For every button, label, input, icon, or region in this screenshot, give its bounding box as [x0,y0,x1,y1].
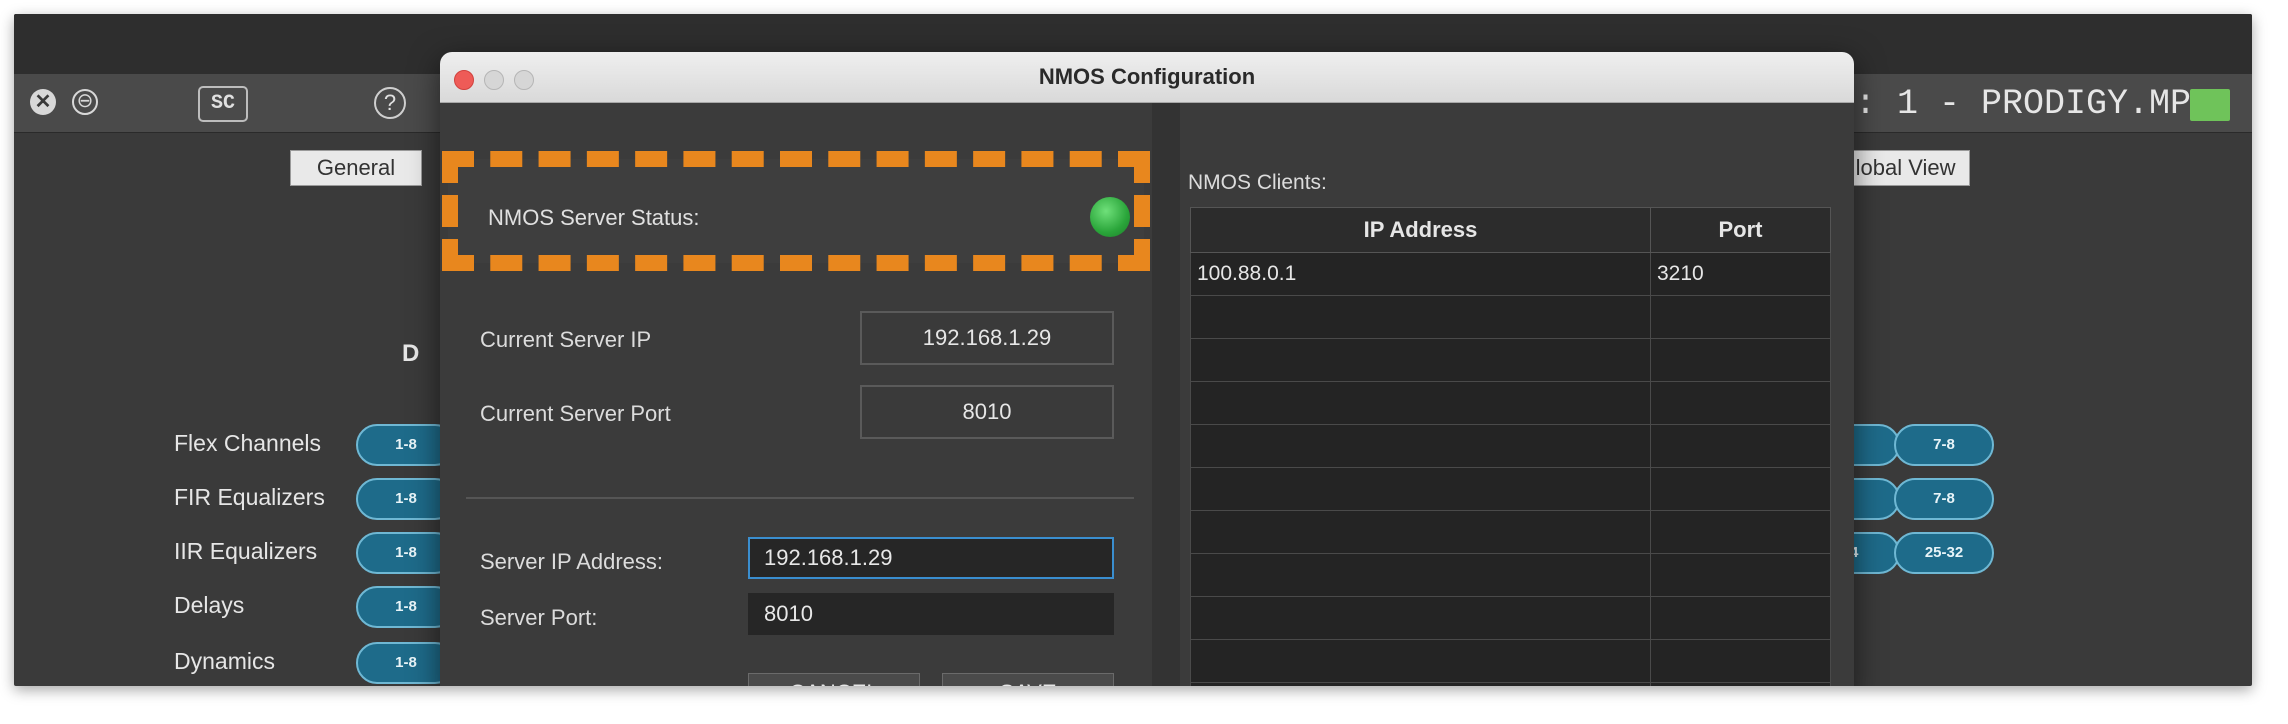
client-port-cell [1650,553,1831,597]
table-row[interactable] [1190,424,1831,468]
row-label-delays: Delays [174,592,245,618]
network-status-icon [2190,89,2230,121]
client-ip-cell [1190,596,1651,640]
client-ip-cell [1190,381,1651,425]
current-server-ip-label: Current Server IP [480,327,652,352]
dialog-titlebar: NMOS Configuration [440,52,1854,103]
client-port-cell [1650,510,1831,554]
fir-equalizers-7-8-button[interactable]: 7-8 [1894,478,1994,520]
client-ip-cell [1190,553,1651,597]
client-ip-cell [1190,295,1651,339]
client-port-cell [1650,639,1831,683]
row-label-fir-equalizers: FIR Equalizers [174,484,325,510]
nmos-configuration-dialog: NMOS Configuration NMOS Server Status: C… [440,52,1854,686]
table-row[interactable] [1190,295,1831,339]
minimize-icon[interactable]: ⊖ [72,89,98,115]
client-port-cell: 3210 [1650,252,1831,296]
table-row[interactable] [1190,596,1831,640]
app-window: ✕ ⊖ SC ? ): 1 - PRODIGY.MP General Globa… [14,14,2252,686]
client-port-cell [1650,682,1831,686]
table-row[interactable] [1190,510,1831,554]
port-column-header[interactable]: Port [1650,207,1831,253]
device-name: ): 1 - PRODIGY.MP [1834,84,2192,124]
client-ip-cell [1190,639,1651,683]
sc-logo-button[interactable]: SC [198,86,248,122]
client-port-cell [1650,338,1831,382]
server-ip-address-input[interactable] [748,537,1114,579]
table-row[interactable] [1190,682,1831,686]
client-ip-cell: 100.88.0.1 [1190,252,1651,296]
ip-address-column-header[interactable]: IP Address [1190,207,1651,253]
highlight-frame [442,151,1150,271]
row-label-dynamics: Dynamics [174,648,275,674]
client-port-cell [1650,596,1831,640]
table-row[interactable] [1190,338,1831,382]
clients-table-body: 100.88.0.1 3210 [1190,252,1831,686]
table-row[interactable] [1190,381,1831,425]
tab-general[interactable]: General [290,150,422,186]
clients-label: NMOS Clients: [1188,171,1327,194]
table-row[interactable]: 100.88.0.1 3210 [1190,252,1831,296]
current-server-port-label: Current Server Port [480,401,671,426]
iir-equalizers-25-32-button[interactable]: 25-32 [1894,532,1994,574]
section-divider [466,497,1134,499]
clients-table: IP Address Port 100.88.0.1 3210 [1190,207,1831,686]
client-port-cell [1650,381,1831,425]
table-header-row: IP Address Port [1190,207,1831,253]
help-icon[interactable]: ? [374,87,406,119]
server-port-label: Server Port: [480,605,598,630]
row-label-iir-equalizers: IIR Equalizers [174,538,318,564]
server-settings-panel: NMOS Server Status: Current Server IP 19… [440,103,1152,686]
close-icon[interactable]: ✕ [30,89,56,115]
client-ip-cell [1190,510,1651,554]
client-port-cell [1650,295,1831,339]
server-ip-address-label: Server IP Address: [480,549,664,574]
table-row[interactable] [1190,553,1831,597]
client-ip-cell [1190,424,1651,468]
client-ip-cell [1190,682,1651,686]
table-row[interactable] [1190,467,1831,511]
cancel-button[interactable]: CANCEL [748,673,920,686]
client-ip-cell [1190,467,1651,511]
server-port-input[interactable] [748,593,1114,635]
client-port-cell [1650,467,1831,511]
dialog-title: NMOS Configuration [1038,64,1256,89]
row-label-flex-channels: Flex Channels [174,430,322,456]
current-server-port-value: 8010 [860,385,1114,439]
client-port-cell [1650,424,1831,468]
table-row[interactable] [1190,639,1831,683]
client-ip-cell [1190,338,1651,382]
section-heading: D [402,340,420,367]
flex-channels-7-8-button[interactable]: 7-8 [1894,424,1994,466]
current-server-ip-value: 192.168.1.29 [860,311,1114,365]
clients-panel: NMOS Clients: IP Address Port 100.88.0.1… [1180,103,1854,686]
save-button[interactable]: SAVE [942,673,1114,686]
